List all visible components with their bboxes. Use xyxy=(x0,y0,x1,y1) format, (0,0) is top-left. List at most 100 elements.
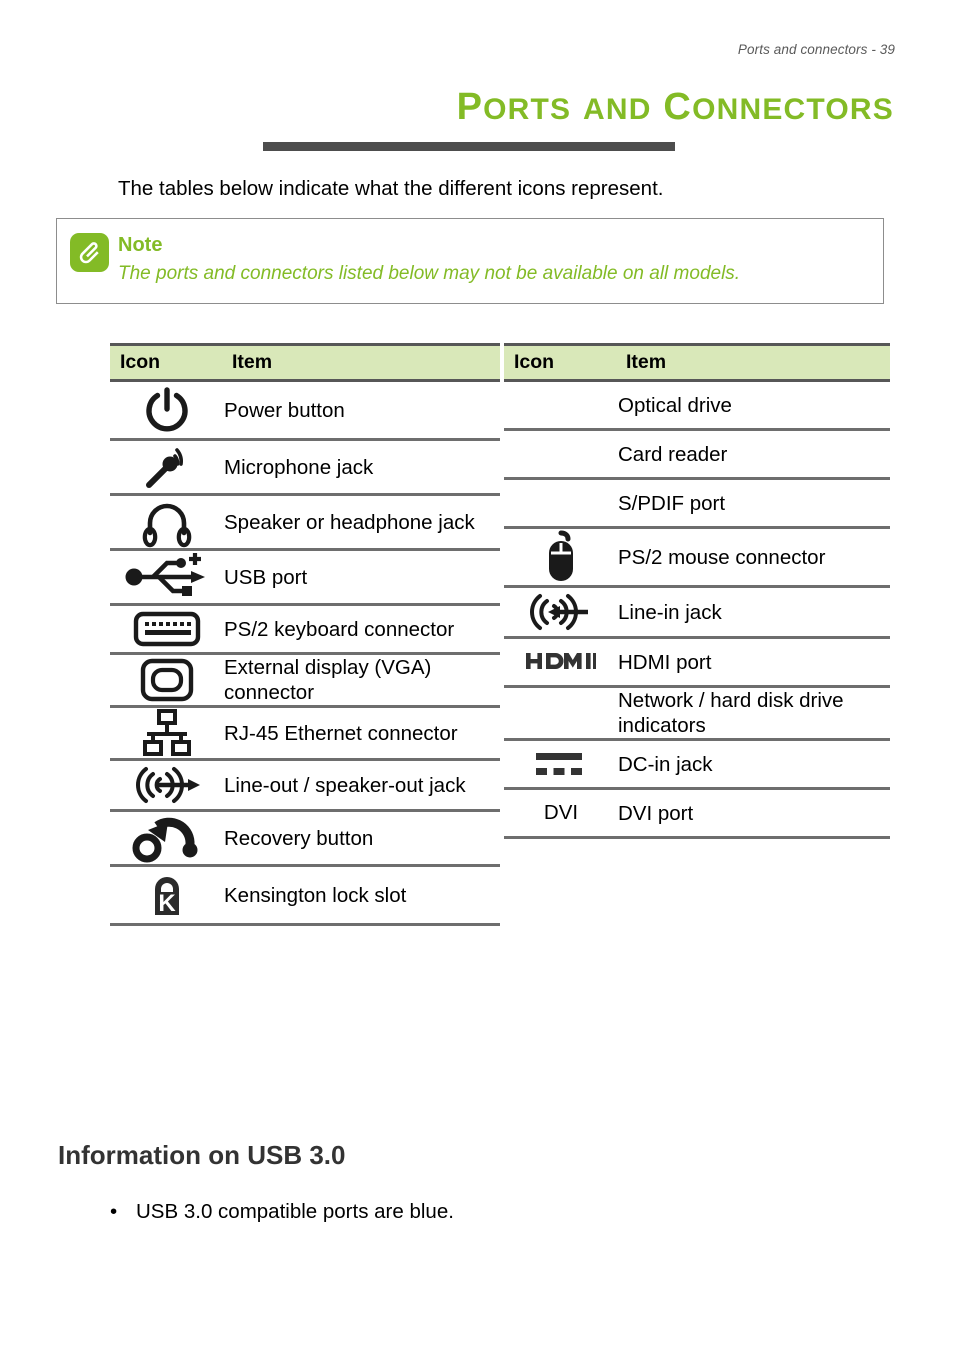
item-label: HDMI port xyxy=(618,637,890,688)
section-heading: Information on USB 3.0 xyxy=(58,1140,346,1170)
icon-cell xyxy=(504,478,618,529)
table-row: Power button xyxy=(110,380,500,441)
table-row: Optical drive xyxy=(504,380,890,431)
svg-text:K: K xyxy=(158,890,176,917)
dc-in-icon xyxy=(504,741,618,787)
table-row: Line-in jack xyxy=(504,586,890,639)
ports-table-left: Icon Item Power button Microphone jack S… xyxy=(110,343,500,926)
ports-table-right: Icon Item Optical drive Card reader S/PD… xyxy=(504,343,890,839)
icon-cell xyxy=(110,549,224,606)
icon-cell xyxy=(110,494,224,551)
column-header-icon: Icon xyxy=(504,343,618,382)
icon-cell xyxy=(504,739,618,790)
title-word1-rest: ORTS xyxy=(483,93,572,126)
usb-icon xyxy=(110,551,224,603)
icon-cell xyxy=(110,653,224,708)
icon-cell xyxy=(110,810,224,867)
table-row: DC-in jack xyxy=(504,739,890,790)
empty-icon xyxy=(504,382,618,428)
item-label: S/PDIF port xyxy=(618,478,890,529)
note-title: Note xyxy=(118,234,163,256)
table-row: Card reader xyxy=(504,429,890,480)
column-header-item: Item xyxy=(224,343,500,382)
empty-icon xyxy=(504,431,618,477)
recovery-icon xyxy=(110,812,224,864)
icon-cell xyxy=(504,429,618,480)
item-label: USB port xyxy=(224,549,500,606)
icon-cell xyxy=(504,686,618,741)
note-box: Note The ports and connectors listed bel… xyxy=(56,218,884,304)
item-label: Line-out / speaker-out jack xyxy=(224,759,500,812)
item-label: Optical drive xyxy=(618,380,890,431)
table-row: Recovery button xyxy=(110,810,500,867)
table-row: USB port xyxy=(110,549,500,606)
item-label: Card reader xyxy=(618,429,890,480)
page-title: PORTS AND CONNECTORS xyxy=(186,88,894,126)
running-header: Ports and connectors - 39 xyxy=(737,42,895,57)
icon-cell: K xyxy=(110,865,224,926)
item-label: RJ-45 Ethernet connector xyxy=(224,706,500,761)
item-label: Microphone jack xyxy=(224,439,500,496)
hdmi-logo-icon xyxy=(504,639,618,685)
kensington-lock-icon: K xyxy=(110,867,224,923)
item-label: DVI port xyxy=(618,788,890,839)
dvi-text-icon: DVI xyxy=(504,790,618,836)
intro-paragraph: The tables below indicate what the diffe… xyxy=(118,177,664,200)
icon-cell xyxy=(110,706,224,761)
table-row: K Kensington lock slot xyxy=(110,865,500,926)
dvi-icon-label: DVI xyxy=(543,801,579,824)
item-label: Line-in jack xyxy=(618,586,890,639)
table-row: DVI DVI port xyxy=(504,788,890,839)
title-word3-cap: C xyxy=(663,86,693,128)
bullet-text: USB 3.0 compatible ports are blue. xyxy=(136,1200,454,1223)
table-header-row: Icon Item xyxy=(504,343,890,382)
icon-cell xyxy=(110,439,224,496)
power-button-icon xyxy=(110,382,224,438)
table-row: Microphone jack xyxy=(110,439,500,496)
ethernet-icon xyxy=(110,708,224,758)
column-header-icon: Icon xyxy=(110,343,224,382)
title-word2: AND xyxy=(583,93,652,126)
table-row: Network / hard disk drive indicators xyxy=(504,686,890,741)
microphone-icon xyxy=(110,441,224,493)
note-text: The ports and connectors listed below ma… xyxy=(118,263,741,284)
table-row: External display (VGA) connector xyxy=(110,653,500,708)
item-label: DC-in jack xyxy=(618,739,890,790)
item-label: Kensington lock slot xyxy=(224,865,500,926)
empty-icon xyxy=(504,480,618,526)
icon-cell xyxy=(504,527,618,588)
item-label: Recovery button xyxy=(224,810,500,867)
icon-cell xyxy=(504,380,618,431)
item-label: Speaker or headphone jack xyxy=(224,494,500,551)
title-underline-rule xyxy=(263,142,675,151)
title-word3-rest: ONNECTORS xyxy=(692,93,894,126)
item-label: PS/2 keyboard connector xyxy=(224,604,500,655)
table-row: PS/2 keyboard connector xyxy=(110,604,500,655)
vga-display-icon xyxy=(110,657,224,703)
icon-cell xyxy=(110,380,224,441)
mouse-icon xyxy=(504,529,618,585)
table-header-row: Icon Item xyxy=(110,343,500,382)
item-label: Network / hard disk drive indicators xyxy=(618,686,890,741)
empty-icon xyxy=(504,690,618,736)
keyboard-icon xyxy=(110,606,224,652)
title-word1-cap: P xyxy=(456,86,484,128)
table-row: S/PDIF port xyxy=(504,478,890,529)
icon-cell xyxy=(110,604,224,655)
item-label: PS/2 mouse connector xyxy=(618,527,890,588)
column-header-item: Item xyxy=(618,343,890,382)
bullet-marker: • xyxy=(110,1200,118,1223)
table-row: RJ-45 Ethernet connector xyxy=(110,706,500,761)
line-out-icon xyxy=(110,761,224,809)
headphone-icon xyxy=(110,496,224,548)
table-row: HDMI port xyxy=(504,637,890,688)
icon-cell xyxy=(110,759,224,812)
icon-cell xyxy=(504,586,618,639)
item-label: External display (VGA) connector xyxy=(224,653,500,708)
line-in-icon xyxy=(504,588,618,636)
document-page: Ports and connectors - 39 PORTS AND CONN… xyxy=(0,0,954,1352)
list-item: • USB 3.0 compatible ports are blue. xyxy=(110,1200,454,1224)
icon-cell xyxy=(504,637,618,688)
item-label: Power button xyxy=(224,380,500,441)
table-row: Line-out / speaker-out jack xyxy=(110,759,500,812)
